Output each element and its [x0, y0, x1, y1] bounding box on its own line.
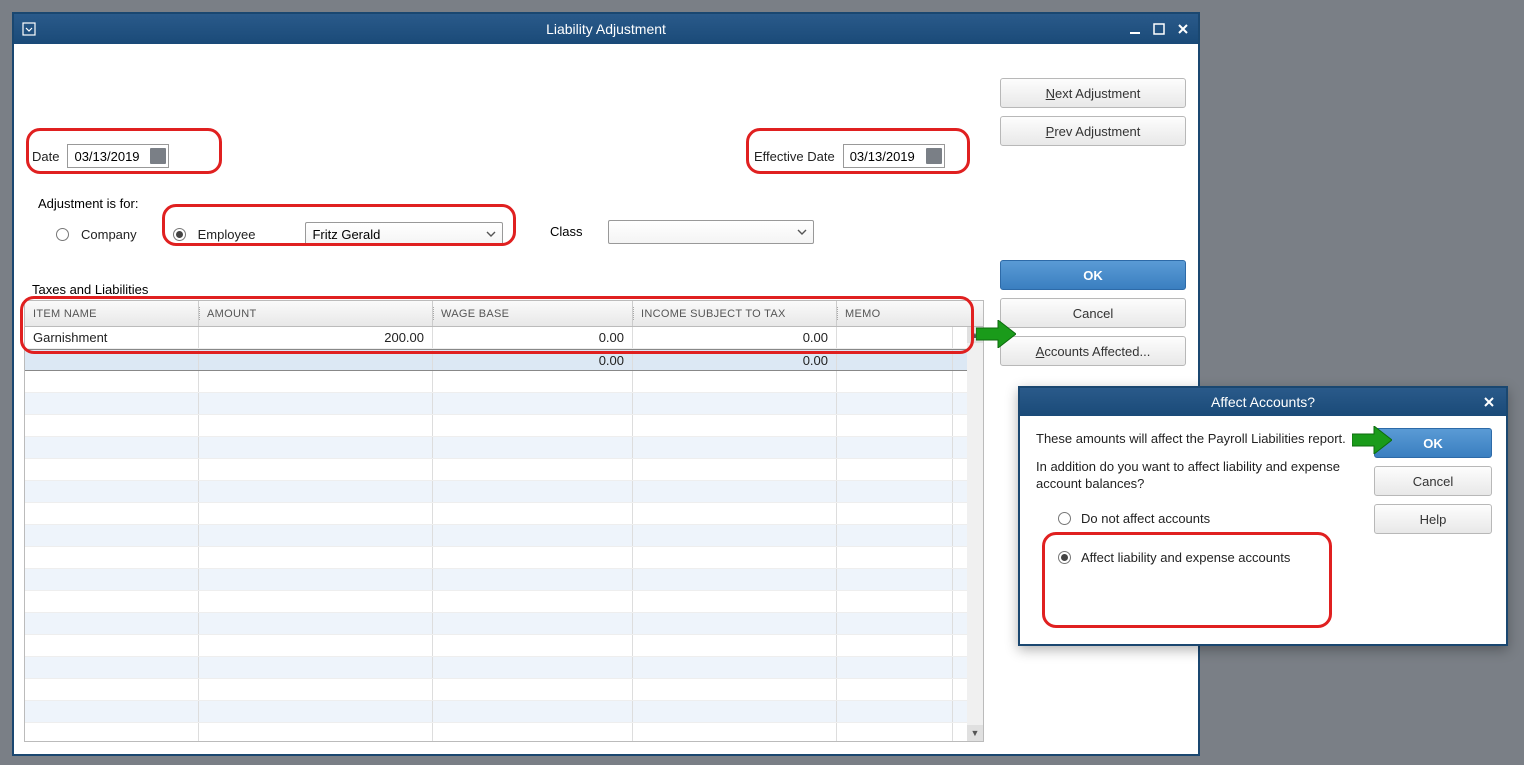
dialog-title: Affect Accounts?	[1211, 394, 1315, 410]
cancel-button[interactable]: Cancel	[1000, 298, 1186, 328]
th-memo[interactable]: MEMO	[837, 301, 953, 326]
cell-wage-base[interactable]: 0.00	[433, 350, 633, 370]
date-row: Date 03/13/2019	[32, 144, 169, 168]
radio-employee[interactable]	[173, 228, 186, 241]
employee-dropdown[interactable]: Fritz Gerald	[305, 222, 503, 246]
table-row[interactable]	[25, 503, 967, 525]
cell-item-name[interactable]	[25, 350, 199, 370]
table-row[interactable]	[25, 547, 967, 569]
table-row[interactable]	[25, 591, 967, 613]
cell-memo[interactable]	[837, 327, 953, 348]
dialog-text-1: These amounts will affect the Payroll Li…	[1036, 430, 1356, 448]
ok-button[interactable]: OK	[1000, 260, 1186, 290]
scroll-down-icon[interactable]: ▼	[967, 725, 983, 741]
calendar-icon[interactable]	[150, 148, 166, 164]
radio-affect-accounts[interactable]	[1058, 551, 1071, 564]
cell-wage-base[interactable]: 0.00	[433, 327, 633, 348]
table-scrollbar[interactable]: ▲ ▼	[967, 327, 983, 741]
date-value: 03/13/2019	[74, 149, 139, 164]
th-income-subject-to-tax[interactable]: INCOME SUBJECT TO TAX	[633, 301, 837, 326]
dialog-text-2: In addition do you want to affect liabil…	[1036, 458, 1356, 493]
calendar-icon[interactable]	[926, 148, 942, 164]
table-row[interactable]	[25, 481, 967, 503]
dialog-body: These amounts will affect the Payroll Li…	[1020, 416, 1506, 644]
radio-company-label: Company	[81, 227, 137, 242]
table-row[interactable]	[25, 701, 967, 723]
prev-adjustment-button[interactable]: Prev Adjustment	[1000, 116, 1186, 146]
taxes-liabilities-label: Taxes and Liabilities	[32, 282, 148, 297]
table-row[interactable]	[25, 723, 967, 741]
adjustment-for-row: Company Employee Fritz Gerald	[56, 220, 503, 248]
table-body: Garnishment 200.00 0.00 0.00 0.00 0.00	[25, 327, 967, 741]
table-row[interactable]	[25, 635, 967, 657]
nav-button-column: Next Adjustment Prev Adjustment	[1000, 78, 1186, 146]
accounts-affected-label: ccounts Affected...	[1044, 344, 1150, 359]
adjustment-for-label: Adjustment is for:	[38, 196, 138, 211]
option-affect-accounts[interactable]: Affect liability and expense accounts	[1058, 550, 1490, 565]
table-row[interactable]	[25, 371, 967, 393]
table-row[interactable]	[25, 393, 967, 415]
cell-amount[interactable]: 200.00	[199, 327, 433, 348]
minimize-icon[interactable]	[1126, 20, 1144, 38]
accounts-affected-button[interactable]: Accounts Affected...	[1000, 336, 1186, 366]
date-input[interactable]: 03/13/2019	[67, 144, 169, 168]
table-row[interactable]	[25, 679, 967, 701]
effective-date-row: Effective Date 03/13/2019	[754, 144, 945, 168]
cell-amount[interactable]	[199, 350, 433, 370]
radio-do-not-affect-label: Do not affect accounts	[1081, 511, 1210, 526]
table-row[interactable]	[25, 525, 967, 547]
cell-income-subject[interactable]: 0.00	[633, 327, 837, 348]
th-amount[interactable]: AMOUNT	[199, 301, 433, 326]
table-row[interactable]	[25, 459, 967, 481]
taxes-liabilities-table: ITEM NAME AMOUNT WAGE BASE INCOME SUBJEC…	[24, 300, 984, 742]
cell-memo[interactable]	[837, 350, 953, 370]
effective-date-value: 03/13/2019	[850, 149, 915, 164]
table-row[interactable]	[25, 437, 967, 459]
table-header: ITEM NAME AMOUNT WAGE BASE INCOME SUBJEC…	[25, 301, 983, 327]
main-title: Liability Adjustment	[546, 21, 666, 37]
chevron-down-icon	[486, 227, 496, 242]
class-label: Class	[550, 224, 583, 239]
table-row[interactable]: Garnishment 200.00 0.00 0.00	[25, 327, 967, 349]
effective-date-label: Effective Date	[754, 149, 835, 164]
radio-do-not-affect[interactable]	[1058, 512, 1071, 525]
dialog-titlebar: Affect Accounts?	[1020, 388, 1506, 416]
radio-employee-label: Employee	[198, 227, 256, 242]
cell-income-subject[interactable]: 0.00	[633, 350, 837, 370]
th-item-name[interactable]: ITEM NAME	[25, 301, 199, 326]
table-row[interactable]	[25, 613, 967, 635]
dialog-cancel-button[interactable]: Cancel	[1374, 466, 1492, 496]
th-wage-base[interactable]: WAGE BASE	[433, 301, 633, 326]
green-arrow-2	[1352, 426, 1392, 454]
dialog-help-button[interactable]: Help	[1374, 504, 1492, 534]
date-label: Date	[32, 149, 59, 164]
cell-item-name[interactable]: Garnishment	[25, 327, 199, 348]
next-adjustment-label: ext Adjustment	[1055, 86, 1140, 101]
affect-accounts-dialog: Affect Accounts? These amounts will affe…	[1018, 386, 1508, 646]
radio-affect-accounts-label: Affect liability and expense accounts	[1081, 550, 1290, 565]
chevron-down-icon	[797, 225, 807, 240]
close-icon[interactable]	[1174, 20, 1192, 38]
green-arrow-1	[976, 320, 1016, 348]
action-button-column: OK Cancel Accounts Affected...	[1000, 260, 1186, 366]
table-row[interactable]	[25, 415, 967, 437]
main-titlebar: Liability Adjustment	[14, 14, 1198, 44]
table-row[interactable]	[25, 657, 967, 679]
next-adjustment-button[interactable]: Next Adjustment	[1000, 78, 1186, 108]
close-icon[interactable]	[1480, 393, 1498, 411]
table-row[interactable]: 0.00 0.00	[25, 349, 967, 371]
maximize-icon[interactable]	[1150, 20, 1168, 38]
table-row[interactable]	[25, 569, 967, 591]
window-menu-icon[interactable]	[20, 20, 38, 38]
prev-adjustment-label: rev Adjustment	[1054, 124, 1140, 139]
radio-company[interactable]	[56, 228, 69, 241]
employee-dropdown-value: Fritz Gerald	[312, 227, 380, 242]
effective-date-input[interactable]: 03/13/2019	[843, 144, 945, 168]
class-dropdown[interactable]	[608, 220, 814, 244]
